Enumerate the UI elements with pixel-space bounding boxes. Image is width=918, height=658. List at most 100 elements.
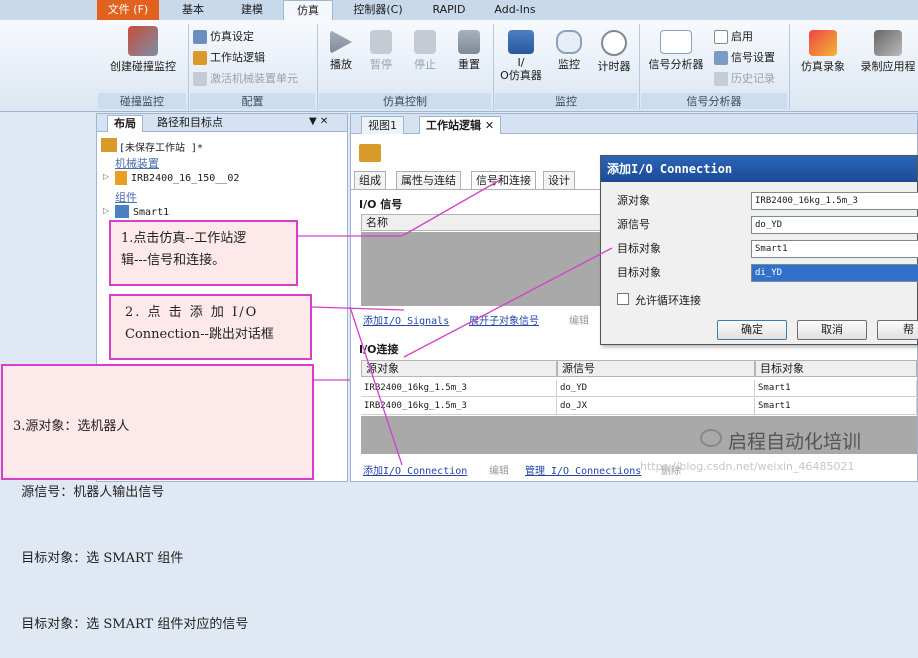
callout-step-2: 2. 点 击 添 加 I/O Connection--跳出对话框 bbox=[109, 294, 312, 360]
edit-signal-link[interactable]: 编辑 bbox=[569, 312, 589, 327]
cancel-button[interactable]: 取消 bbox=[797, 320, 867, 340]
record-simulation-button[interactable]: 仿真录象 bbox=[793, 30, 853, 74]
signal-analyzer-icon bbox=[660, 30, 692, 54]
play-label: 播放 bbox=[330, 58, 352, 71]
callout-3-line: 目标对象：选 SMART 组件对应的信号 bbox=[13, 617, 249, 632]
manage-io-connections-link[interactable]: 管理 I/O Connections bbox=[525, 462, 641, 477]
expand-child-signals-link[interactable]: 展开子对象信号 bbox=[469, 312, 539, 327]
subtab-properties-bindings[interactable]: 属性与连结 bbox=[396, 171, 461, 189]
table-row-cell[interactable]: IRB2400_16kg_1.5m_3 bbox=[361, 398, 557, 415]
io-col-source-object: 源对象 bbox=[361, 360, 557, 377]
station-logic-label: 工作站逻辑 bbox=[210, 51, 265, 64]
record-application-button[interactable]: 录制应用程 bbox=[858, 30, 918, 74]
group-signal-analyzer-label: 信号分析器 bbox=[641, 93, 787, 109]
edit-connection-link[interactable]: 编辑 bbox=[489, 462, 509, 477]
ok-button[interactable]: 确定 bbox=[717, 320, 787, 340]
signal-settings-label: 信号设置 bbox=[731, 51, 775, 64]
record-app-icon bbox=[874, 30, 902, 56]
signal-analyzer-button[interactable]: 信号分析器 bbox=[643, 30, 709, 72]
target-signal-select[interactable]: di_YD bbox=[751, 264, 918, 282]
callout-step-3: 3.源对象：选机器人 源信号：机器人输出信号 目标对象：选 SMART 组件 目… bbox=[1, 364, 314, 632]
group-divider bbox=[639, 24, 640, 110]
target-object-select[interactable]: Smart1 bbox=[751, 240, 918, 258]
enable-checkbox[interactable]: 启用 bbox=[714, 28, 753, 46]
tab-paths-targets[interactable]: 路径和目标点 bbox=[151, 115, 229, 132]
target-signal-label: 目标对象 bbox=[617, 266, 661, 279]
tab-addins[interactable]: Add-Ins bbox=[484, 0, 546, 20]
wechat-icon bbox=[700, 429, 722, 447]
monitor-button[interactable]: 监控 bbox=[549, 30, 589, 72]
callout-3-line: 3.源对象：选机器人 bbox=[13, 419, 130, 434]
tab-file[interactable]: 文件 (F) bbox=[97, 0, 159, 20]
watermark-url: https://blog.csdn.net/weixin_46485021 bbox=[640, 460, 855, 473]
robot-icon bbox=[115, 171, 127, 185]
create-collision-monitor-button[interactable]: 创建碰撞监控 bbox=[100, 26, 186, 74]
expand-icon[interactable]: ▷ bbox=[103, 172, 109, 181]
io-simulator-label: I/ O仿真器 bbox=[500, 56, 542, 82]
add-io-signals-link[interactable]: 添加I/O Signals bbox=[363, 312, 449, 327]
tab-layout[interactable]: 布局 bbox=[107, 115, 143, 132]
table-row-cell[interactable]: Smart1 bbox=[755, 398, 917, 415]
expand-icon[interactable]: ▷ bbox=[103, 206, 109, 215]
io-col-source-signal: 源信号 bbox=[557, 360, 755, 377]
table-row-cell[interactable]: Smart1 bbox=[755, 380, 917, 397]
tab-modeling[interactable]: 建模 bbox=[224, 0, 280, 20]
station-node[interactable]: [未保存工作站 ]* bbox=[119, 139, 203, 154]
monitor-label: 监控 bbox=[558, 58, 580, 71]
dialog-title: 添加I/O Connection bbox=[601, 156, 917, 182]
mechanisms-label: 机械装置 bbox=[115, 157, 159, 170]
subtab-design[interactable]: 设计 bbox=[543, 171, 575, 189]
station-logic-icon bbox=[193, 51, 207, 65]
simulation-settings-button[interactable]: 仿真设定 bbox=[193, 28, 254, 46]
station-icon bbox=[101, 138, 117, 152]
monitor-icon bbox=[556, 30, 582, 54]
tab-rapid[interactable]: RAPID bbox=[420, 0, 478, 20]
pause-button[interactable]: 暂停 bbox=[361, 30, 401, 72]
table-row-cell[interactable]: IRB2400_16kg_1.5m_3 bbox=[361, 380, 557, 397]
add-io-connection-link[interactable]: 添加I/O Connection bbox=[363, 462, 467, 477]
ribbon: 创建碰撞监控 碰撞监控 仿真设定 工作站逻辑 激活机械装置单元 配置 播放 暂停… bbox=[0, 20, 918, 112]
allow-cyclic-label: 允许循环连接 bbox=[635, 294, 701, 307]
tab-simulation[interactable]: 仿真 bbox=[283, 0, 333, 20]
signal-settings-button[interactable]: 信号设置 bbox=[714, 49, 775, 67]
robot-node[interactable]: IRB2400_16_150__02 bbox=[131, 173, 239, 184]
record-icon bbox=[809, 30, 837, 56]
tab-view1[interactable]: 视图1 bbox=[361, 116, 404, 134]
panel-pin-close[interactable]: ▼ ✕ bbox=[309, 116, 328, 127]
stop-button[interactable]: 停止 bbox=[405, 30, 445, 72]
add-io-connection-dialog: 添加I/O Connection 源对象 IRB2400_16kg_1.5m_3… bbox=[600, 155, 918, 345]
source-object-label: 源对象 bbox=[617, 194, 650, 207]
reset-button[interactable]: 重置 bbox=[449, 30, 489, 72]
settings-icon bbox=[193, 30, 207, 44]
callout-1-line: 1.点击仿真--工作站逻 bbox=[121, 231, 247, 246]
stop-label: 停止 bbox=[414, 58, 436, 71]
station-logic-button[interactable]: 工作站逻辑 bbox=[193, 49, 265, 67]
tab-station-logic[interactable]: 工作站逻辑 ✕ bbox=[419, 116, 502, 134]
tab-basic[interactable]: 基本 bbox=[165, 0, 221, 20]
tab-controller[interactable]: 控制器(C) bbox=[340, 0, 416, 20]
table-row-cell[interactable]: do_YD bbox=[557, 380, 755, 397]
help-button[interactable]: 帮 bbox=[877, 320, 918, 340]
play-button[interactable]: 播放 bbox=[321, 30, 361, 72]
components-label: 组件 bbox=[115, 191, 137, 204]
timer-button[interactable]: 计时器 bbox=[593, 30, 635, 74]
history-button[interactable]: 历史记录 bbox=[714, 70, 775, 88]
record-application-label: 录制应用程 bbox=[860, 60, 916, 73]
layout-panel-tabs: 布局 路径和目标点 ▼ ✕ bbox=[97, 114, 347, 132]
subtab-composition[interactable]: 组成 bbox=[354, 171, 386, 189]
allow-cyclic-checkbox[interactable] bbox=[617, 293, 629, 305]
watermark-brand: 启程自动化培训 bbox=[728, 431, 862, 453]
close-icon[interactable]: ✕ bbox=[485, 119, 494, 132]
callout-2-line: 2. 点 击 添 加 I/O bbox=[125, 305, 259, 320]
source-signal-select[interactable]: do_YD bbox=[751, 216, 918, 234]
smart-component-node[interactable]: Smart1 bbox=[133, 207, 169, 218]
activate-mechanism-button[interactable]: 激活机械装置单元 bbox=[193, 70, 298, 88]
source-object-select[interactable]: IRB2400_16kg_1.5m_3 bbox=[751, 192, 918, 210]
table-row-cell[interactable]: do_JX bbox=[557, 398, 755, 415]
io-connections-table: IRB2400_16kg_1.5m_3 do_YD Smart1 IRB2400… bbox=[361, 378, 917, 415]
callout-step-1: 1.点击仿真--工作站逻 辑---信号和连接。 bbox=[109, 220, 298, 286]
subtab-signals-connections[interactable]: 信号和连接 bbox=[471, 171, 536, 189]
io-simulator-button[interactable]: I/ O仿真器 bbox=[497, 30, 545, 82]
group-monitor-label: 监控 bbox=[495, 93, 637, 109]
smart-component-icon bbox=[115, 205, 129, 218]
